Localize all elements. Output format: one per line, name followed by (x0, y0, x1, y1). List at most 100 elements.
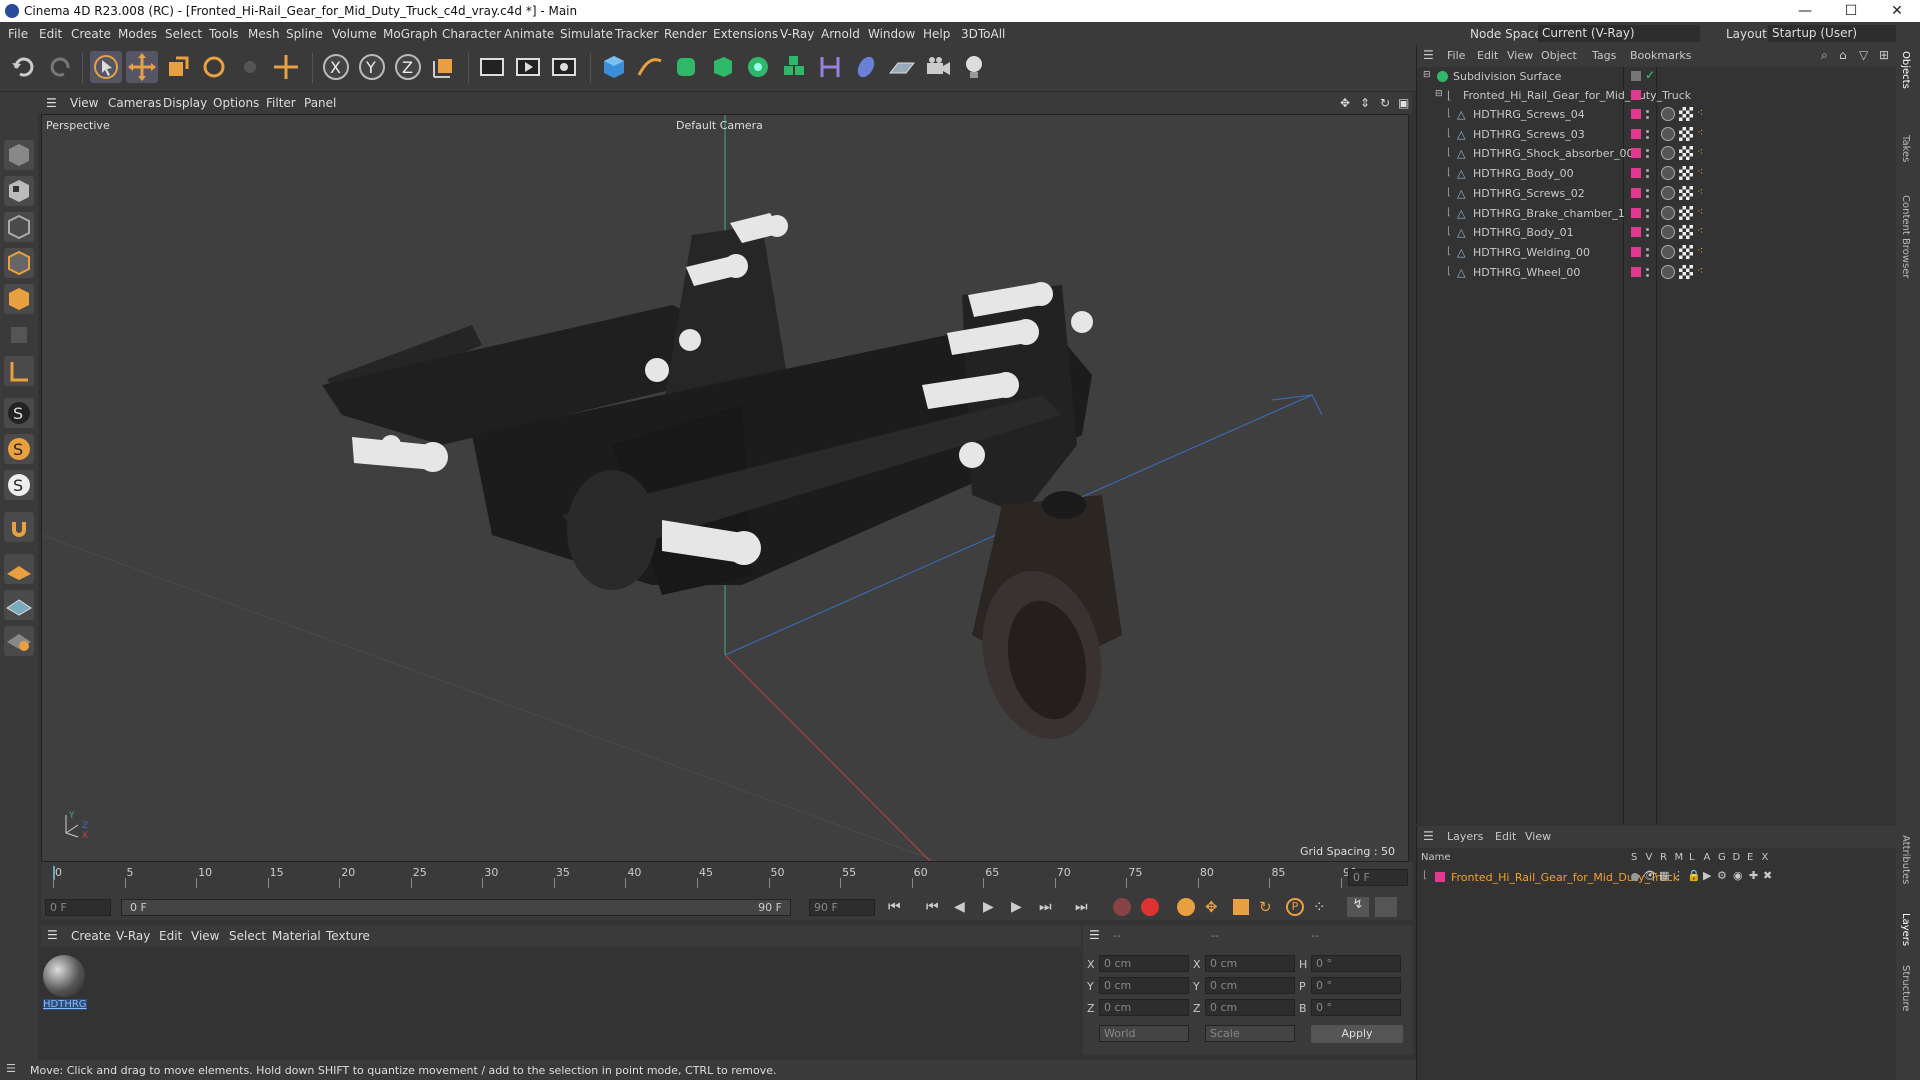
phong-tag-icon[interactable]: ⁖ (1697, 244, 1703, 257)
key-pla-icon[interactable]: ⁘ (1313, 898, 1326, 916)
layer-render-icon[interactable]: ▦ (1659, 869, 1669, 882)
go-to-start-icon[interactable]: ⏮ (888, 899, 901, 915)
key-position-icon[interactable]: ✥ (1205, 898, 1218, 916)
mat-menu-edit[interactable]: Edit (159, 929, 182, 943)
collapse-icon[interactable]: ⊟ (1423, 70, 1431, 80)
render-view-icon[interactable] (476, 51, 508, 83)
mat-menu-vray[interactable]: V-Ray (116, 929, 150, 943)
object-row-child[interactable]: ⌊ △ HDTHRG_Brake_chamber_1 ⁖ (1417, 204, 1897, 223)
pan-view-icon[interactable]: ✥ (1340, 96, 1350, 110)
mograph-cubes-icon[interactable] (778, 51, 810, 83)
locked-workplane-icon[interactable] (4, 626, 34, 656)
z-axis-lock-icon[interactable]: Z (392, 51, 424, 83)
object-row-child[interactable]: ⌊ △ HDTHRG_Welding_00 ⁖ (1417, 243, 1897, 262)
editor-visibility-dot[interactable] (1646, 129, 1649, 133)
rot-b-field[interactable]: 0 ° (1311, 999, 1401, 1016)
hamburger-icon[interactable]: ☰ (46, 96, 57, 110)
go-to-end-icon[interactable]: ⏭ (1075, 899, 1088, 915)
layer-col-header[interactable]: V (1646, 852, 1653, 863)
model-mode-icon[interactable] (4, 140, 34, 170)
render-picture-viewer-icon[interactable] (512, 51, 544, 83)
menu-help[interactable]: Help (923, 27, 950, 41)
phong-tag-icon[interactable]: ⁖ (1697, 145, 1703, 158)
menu-select[interactable]: Select (165, 27, 202, 41)
texture-mode-icon[interactable] (4, 176, 34, 206)
scale-tool-icon[interactable] (162, 51, 194, 83)
object-row-child[interactable]: ⌊ △ HDTHRG_Shock_absorber_00 ⁖ (1417, 144, 1897, 163)
layer-color-swatch[interactable] (1435, 872, 1445, 882)
editor-visibility-dot[interactable] (1646, 110, 1649, 113)
zoom-view-icon[interactable]: ⇕ (1360, 96, 1370, 110)
object-row-child[interactable]: ⌊ △ HDTHRG_Screws_04 ⁖ (1417, 105, 1897, 124)
collapse-icon[interactable]: ⊟ (1435, 89, 1443, 99)
toggle-view-icon[interactable]: ▣ (1398, 96, 1409, 110)
layer-color-swatch[interactable] (1631, 109, 1641, 119)
mat-hamburger-icon[interactable]: ☰ (47, 928, 58, 942)
tab-takes[interactable]: Takes (1900, 135, 1911, 162)
coord-y-pos-field[interactable]: 0 cm (1099, 977, 1189, 994)
phong-tag-icon[interactable]: ⁖ (1697, 224, 1703, 237)
layer-menu-layers[interactable]: Layers (1447, 830, 1483, 843)
vray-material-tag-icon[interactable] (1661, 107, 1675, 121)
mat-menu-material[interactable]: Material (272, 929, 321, 943)
texture-tag-icon[interactable] (1679, 166, 1693, 181)
layer-col-header[interactable]: R (1660, 852, 1667, 863)
object-row-subdivision[interactable]: ⊟ Subdivision Surface ✓ (1417, 67, 1897, 86)
layer-col-header[interactable]: E (1747, 852, 1753, 863)
object-row-child[interactable]: ⌊ △ HDTHRG_Screws_02 ⁖ (1417, 184, 1897, 203)
texture-tag-icon[interactable] (1679, 126, 1693, 141)
layer-color-swatch[interactable] (1631, 207, 1641, 218)
phong-tag-icon[interactable]: ⁖ (1697, 126, 1703, 139)
render-visibility-dot[interactable] (1646, 253, 1649, 257)
timeline-ruler[interactable]: 051015202530354045505560657075808590 0 F (41, 862, 1413, 896)
make-editable-icon[interactable] (4, 100, 34, 130)
object-row-child[interactable]: ⌊ △ HDTHRG_Screws_03 ⁖ (1417, 125, 1897, 144)
render-visibility-dot[interactable] (1646, 214, 1649, 218)
obj-menu-view[interactable]: View (1507, 49, 1533, 62)
next-frame-icon[interactable]: ▶ (1011, 899, 1022, 915)
layer-lock-icon[interactable]: 🔒 (1687, 869, 1701, 882)
subdivision-surface-icon[interactable] (670, 51, 702, 83)
obj-menu-edit[interactable]: Edit (1477, 49, 1498, 62)
y-axis-lock-icon[interactable]: Y (356, 51, 388, 83)
layer-color-swatch[interactable] (1631, 128, 1641, 139)
axis-mode-icon[interactable] (4, 356, 34, 386)
record-disabled-icon[interactable] (1113, 898, 1131, 916)
layout-select[interactable]: Startup (User) (1768, 25, 1896, 42)
editor-visibility-dot[interactable] (1646, 267, 1649, 271)
key-rotation-icon[interactable]: ↻ (1259, 898, 1272, 916)
obj-menu-tags[interactable]: Tags (1592, 49, 1616, 62)
editor-visibility-dot[interactable] (1646, 208, 1649, 212)
obj-menu-bookmarks[interactable]: Bookmarks (1630, 49, 1691, 62)
hi-rail-gear-model[interactable] (322, 213, 1122, 750)
vp-menu-filter[interactable]: Filter (266, 96, 296, 110)
phong-tag-icon[interactable]: ⁖ (1697, 185, 1703, 198)
render-visibility-dot[interactable] (1646, 234, 1649, 238)
size-x-field[interactable]: 0 cm (1205, 955, 1295, 972)
coordinate-system-icon[interactable] (428, 51, 460, 83)
key-scale-icon[interactable] (1233, 899, 1249, 915)
tab-objects[interactable]: Objects (1900, 51, 1911, 89)
tab-structure[interactable]: Structure (1900, 965, 1911, 1012)
camera-object-icon[interactable] (922, 51, 954, 83)
object-row-group[interactable]: ⊟ ⌊ Fronted_Hi_Rail_Gear_for_Mid_Duty_Tr… (1417, 86, 1897, 105)
vp-menu-panel[interactable]: Panel (304, 96, 336, 110)
snap-settings-icon[interactable]: S (4, 434, 34, 464)
vray-material-tag-icon[interactable] (1661, 166, 1675, 181)
vray-material-tag-icon[interactable] (1661, 146, 1675, 161)
snap-icon[interactable]: S (4, 398, 34, 428)
extrude-icon[interactable] (706, 51, 738, 83)
enable-checkbox[interactable] (1631, 71, 1641, 81)
object-row-child[interactable]: ⌊ △ HDTHRG_Wheel_00 ⁖ (1417, 263, 1897, 282)
check-icon[interactable]: ✓ (1645, 68, 1655, 82)
coord-x-pos-field[interactable]: 0 cm (1099, 955, 1189, 972)
status-menu-icon[interactable]: ☰ (6, 1062, 16, 1075)
edges-mode-icon[interactable] (4, 248, 34, 278)
range-slider[interactable]: 0 F 90 F (121, 899, 791, 916)
redo-icon[interactable] (44, 51, 76, 83)
tab-attributes[interactable]: Attributes (1900, 835, 1911, 884)
key-parameter-icon[interactable]: P (1286, 898, 1304, 916)
layer-xref-icon[interactable]: ✖ (1763, 869, 1772, 882)
menu-render[interactable]: Render (664, 27, 707, 41)
vp-menu-display[interactable]: Display (163, 96, 207, 110)
